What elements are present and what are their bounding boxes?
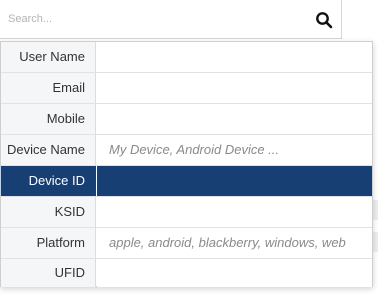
field-row-device-id[interactable]: Device ID bbox=[1, 166, 372, 197]
field-label: Platform bbox=[1, 228, 96, 258]
field-input[interactable]: apple, android, blackberry, windows, web bbox=[97, 228, 372, 258]
field-label: Device ID bbox=[1, 166, 96, 196]
field-input[interactable] bbox=[97, 259, 372, 287]
field-label: KSID bbox=[1, 197, 96, 227]
field-label: UFID bbox=[1, 259, 96, 287]
field-row-ksid[interactable]: KSID bbox=[1, 197, 372, 228]
field-label: Mobile bbox=[1, 104, 96, 134]
search-dropdown-widget: User Name Email Mobile Device Name My De… bbox=[0, 0, 378, 295]
field-label: User Name bbox=[1, 42, 96, 72]
field-row-device-name[interactable]: Device Name My Device, Android Device ..… bbox=[1, 135, 372, 166]
background-gutter bbox=[373, 232, 378, 252]
field-input[interactable] bbox=[97, 197, 372, 227]
field-input[interactable] bbox=[97, 42, 372, 72]
search-field-panel: User Name Email Mobile Device Name My De… bbox=[0, 41, 373, 287]
field-label: Email bbox=[1, 73, 96, 103]
search-input[interactable] bbox=[8, 10, 298, 28]
field-input[interactable] bbox=[97, 166, 372, 196]
field-input[interactable]: My Device, Android Device ... bbox=[97, 135, 372, 165]
field-label: Device Name bbox=[1, 135, 96, 165]
field-row-mobile[interactable]: Mobile bbox=[1, 104, 372, 135]
search-bar bbox=[0, 0, 342, 39]
background-gutter bbox=[373, 200, 378, 220]
field-input[interactable] bbox=[97, 104, 372, 134]
field-input[interactable] bbox=[97, 73, 372, 103]
field-row-user-name[interactable]: User Name bbox=[1, 42, 372, 73]
field-row-platform[interactable]: Platform apple, android, blackberry, win… bbox=[1, 228, 372, 259]
field-row-ufid[interactable]: UFID bbox=[1, 259, 372, 287]
field-row-email[interactable]: Email bbox=[1, 73, 372, 104]
search-icon[interactable] bbox=[315, 11, 333, 29]
